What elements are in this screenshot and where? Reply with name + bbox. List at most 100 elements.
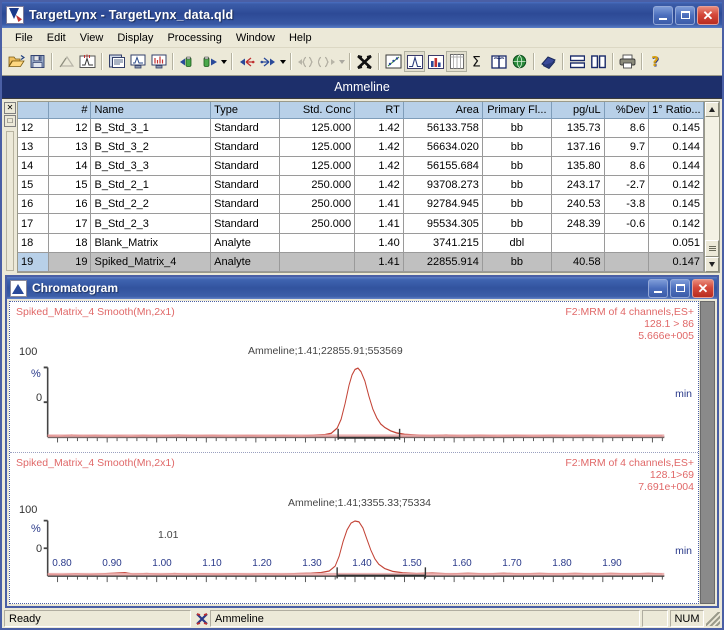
open-icon[interactable] [6,51,27,72]
table-row[interactable]: 18 18 Blank_Matrix Analyte 1.40 3741.215… [18,233,704,253]
cell-number: 14 [48,156,92,177]
previous-sample-icon[interactable] [177,51,198,72]
cell-std-conc [279,252,356,272]
status-num-indicator: NUM [670,610,704,627]
help-icon[interactable]: ? ? [646,51,667,72]
minimize-button[interactable] [653,5,673,25]
column-header-rt[interactable]: RT [354,102,404,119]
table-row[interactable]: 13 13 B_Std_3_2 Standard 125.000 1.42 56… [18,137,704,157]
close-button[interactable]: ✕ [697,5,719,25]
scroll-thumb[interactable] [705,240,719,257]
chromatogram-pane-qualifier[interactable]: Spiked_Matrix_4 Smooth(Mn,2x1) F2:MRM of… [10,453,698,603]
horizontal-split-icon[interactable] [567,51,588,72]
previous-compound-icon[interactable] [236,51,257,72]
chromatogram-vertical-scrollbar[interactable] [700,301,715,604]
cell-area: 22855.914 [403,252,483,272]
cell-primary-fl: bb [482,194,552,215]
compound-nav-dropdown-icon[interactable] [278,51,287,72]
table-row[interactable]: 14 14 B_Std_3_3 Standard 125.000 1.42 56… [18,156,704,177]
scroll-down-button[interactable] [705,257,719,272]
menu-processing[interactable]: Processing [160,30,228,46]
resize-grip[interactable] [706,611,720,626]
cell-row: 19 [18,252,49,272]
menu-window[interactable]: Window [229,30,282,46]
menu-view[interactable]: View [73,30,111,46]
chromatogram-close-button[interactable]: ✕ [692,278,714,298]
table-row[interactable]: 12 12 B_Std_3_1 Standard 125.000 1.42 56… [18,118,704,138]
cell-type: Standard [210,118,281,138]
toolbar-separator [51,53,53,70]
cell-primary-fl: bb [482,213,552,234]
sample-grid: # Name Type Std. Conc RT Area Primary Fl… [17,101,720,273]
menu-display[interactable]: Display [110,30,160,46]
cell-std-conc: 250.000 [279,213,356,234]
cell-ratio: 0.144 [648,156,704,177]
chromatogram-minimize-button[interactable] [648,278,668,298]
calibration-curve-icon[interactable] [56,51,77,72]
chromatogram-maximize-button[interactable] [670,278,690,298]
sample-nav-dropdown-icon[interactable] [219,51,228,72]
menu-file[interactable]: File [8,30,40,46]
bar-chart-icon[interactable] [425,51,446,72]
maximize-button[interactable] [675,5,695,25]
column-header-ratio[interactable]: 1° Ratio... [648,102,704,119]
column-header-type[interactable]: Type [210,102,281,119]
scroll-track[interactable] [705,117,719,240]
table-row-selected[interactable]: 19 19 Spiked_Matrix_4 Analyte 1.41 22855… [18,252,704,272]
print-icon[interactable] [617,51,638,72]
browser-globe-icon[interactable] [509,51,530,72]
vertical-split-icon[interactable] [588,51,609,72]
report-book-icon[interactable] [488,51,509,72]
group-nav-dropdown-icon[interactable] [337,51,346,72]
previous-group-icon[interactable] [295,51,316,72]
restore-pane-button[interactable]: □ [4,115,16,127]
next-group-icon[interactable] [316,51,337,72]
column-header-row[interactable] [18,102,49,119]
table-row[interactable]: 15 15 B_Std_2_1 Standard 250.000 1.42 93… [18,175,704,196]
scroll-up-button[interactable] [705,102,719,117]
menu-edit[interactable]: Edit [40,30,73,46]
menu-help[interactable]: Help [282,30,319,46]
chromatogram-window-title: Chromatogram [32,281,119,295]
peak-edit-icon[interactable] [77,51,98,72]
table-vertical-scrollbar[interactable] [704,102,719,272]
chromatogram-view-icon[interactable] [127,51,148,72]
toolbar-separator [290,53,292,70]
column-header-primary-fl[interactable]: Primary Fl... [482,102,552,119]
next-sample-icon[interactable] [198,51,219,72]
scatter-plot-icon[interactable] [383,51,404,72]
cell-dev: -3.8 [604,194,650,215]
toolbar-separator [172,53,174,70]
column-header-std-conc[interactable]: Std. Conc [279,102,356,119]
cell-rt: 1.41 [354,194,404,215]
close-pane-button[interactable]: ✕ [4,102,16,114]
svg-text:?: ? [651,55,659,69]
integrate-all-icon[interactable] [354,51,375,72]
cell-pg-ul: 243.17 [551,175,605,196]
sample-list-icon[interactable] [106,51,127,72]
cell-dev: 8.6 [604,118,650,138]
table-row[interactable]: 17 17 B_Std_2_3 Standard 250.000 1.41 95… [18,213,704,234]
save-icon[interactable] [27,51,48,72]
table-row[interactable]: 16 16 B_Std_2_2 Standard 250.000 1.41 92… [18,194,704,215]
quantifier-trace-svg [43,366,665,443]
cell-area: 56133.758 [403,118,483,138]
cell-ratio: 0.142 [648,175,704,196]
chromatogram-icon[interactable] [404,51,425,72]
cell-name: B_Std_2_2 [90,194,212,215]
chromatogram-pane-quantifier[interactable]: Spiked_Matrix_4 Smooth(Mn,2x1) F2:MRM of… [10,302,698,453]
spectrum-view-icon[interactable] [148,51,169,72]
column-header-number[interactable]: # [48,102,92,119]
summary-sigma-icon[interactable]: Σ [467,51,488,72]
column-header-area[interactable]: Area [403,102,483,119]
cell-name: B_Std_3_2 [90,137,212,157]
column-header-name[interactable]: Name [90,102,212,119]
grid-table-icon[interactable] [446,51,467,72]
pane-splitter-handle[interactable] [6,131,14,271]
next-compound-icon[interactable] [257,51,278,72]
column-header-pg-ul[interactable]: pg/uL [551,102,605,119]
cell-primary-fl: bb [482,175,552,196]
column-header-dev[interactable]: %Dev [604,102,650,119]
method-icon[interactable] [538,51,559,72]
cell-row: 15 [18,175,49,196]
